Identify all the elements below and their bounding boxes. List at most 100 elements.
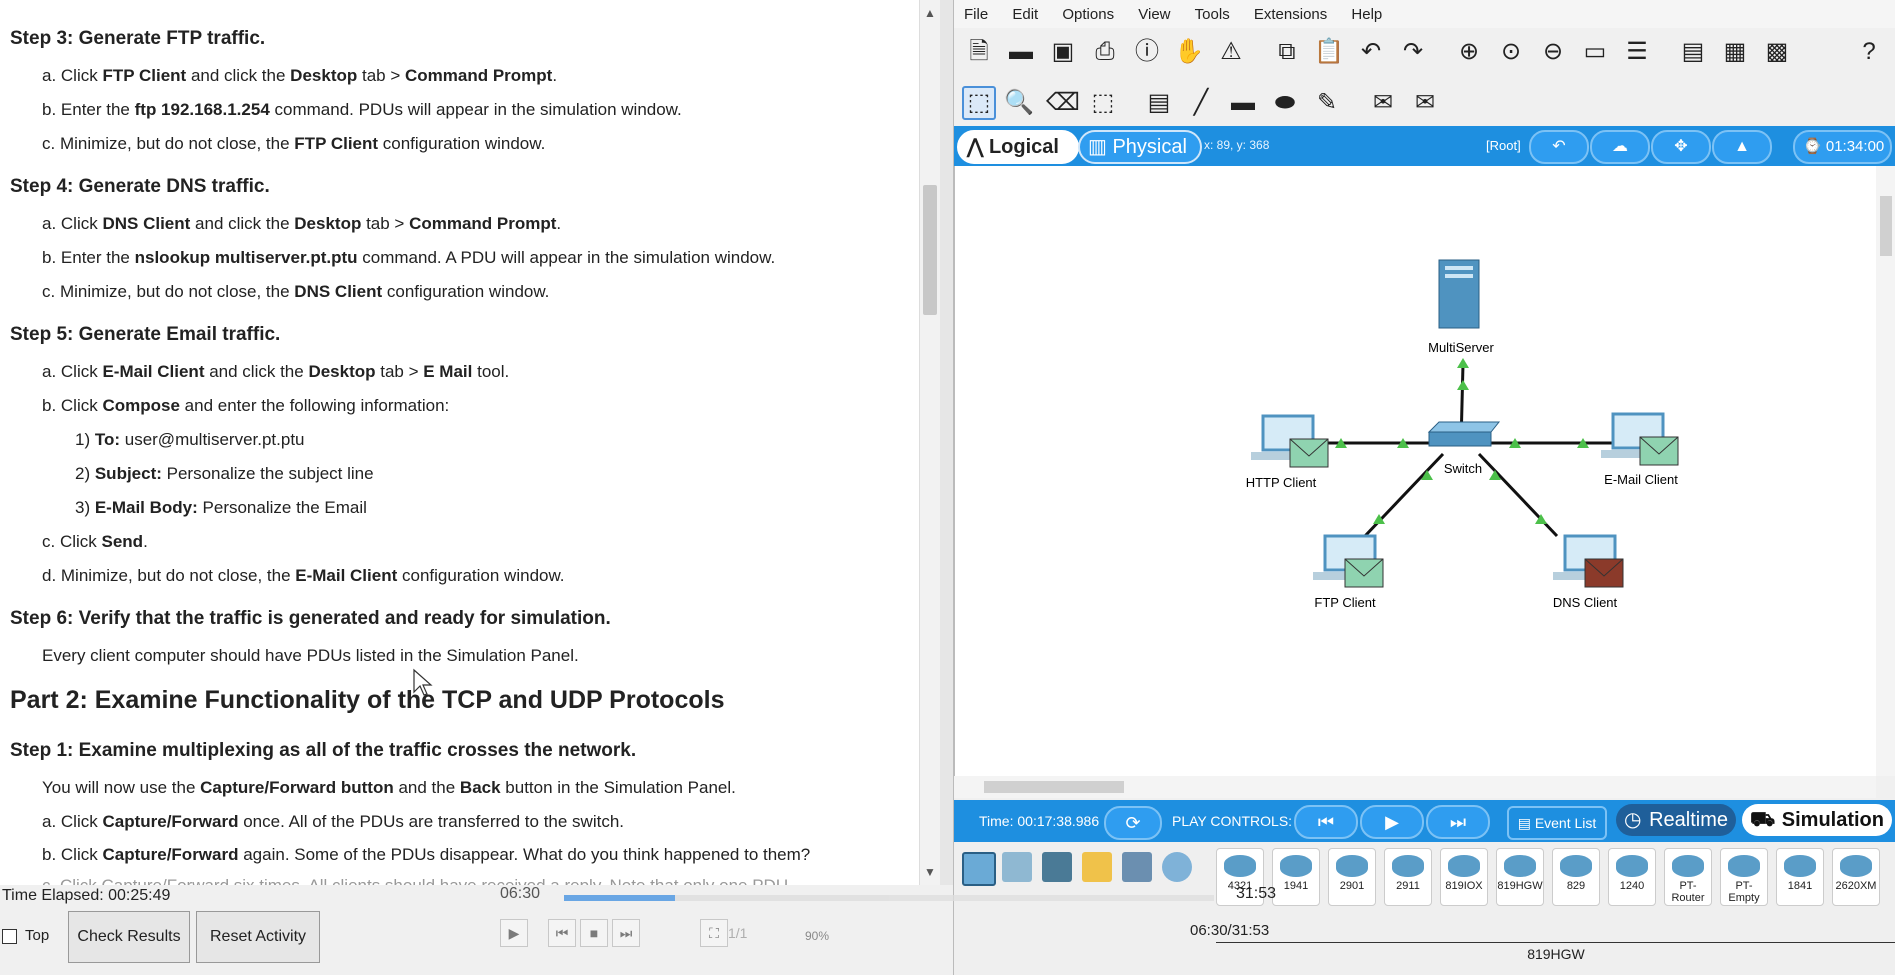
top-checkbox[interactable]: Top: [2, 927, 49, 944]
video-rewind-button[interactable]: ⏮: [548, 919, 576, 947]
instructions-scrollbar[interactable]: ▲ ▼: [919, 0, 940, 885]
print-icon[interactable]: ⎙: [1090, 37, 1120, 67]
device-829[interactable]: 829: [1552, 848, 1600, 906]
zoom-out-icon[interactable]: ⊖: [1538, 37, 1568, 67]
scroll-down-icon[interactable]: ▼: [923, 865, 937, 879]
device-2620xm[interactable]: 2620XM: [1832, 848, 1880, 906]
zoom-level: 90%: [805, 929, 830, 943]
set-background-button[interactable]: ▲: [1712, 130, 1772, 164]
workspace-vscroll[interactable]: [1876, 166, 1895, 776]
menu-tools[interactable]: Tools: [1185, 0, 1240, 23]
wizard-icon[interactable]: ✋: [1174, 37, 1204, 67]
play-button[interactable]: ▶: [1360, 805, 1424, 839]
device-1941[interactable]: 1941: [1272, 848, 1320, 906]
menu-extensions[interactable]: Extensions: [1244, 0, 1337, 23]
delete-icon[interactable]: ⌫: [1046, 88, 1080, 118]
misc-category-icon[interactable]: [1122, 852, 1152, 882]
screenshot-icon[interactable]: ▩: [1762, 37, 1792, 67]
check-results-button[interactable]: Check Results: [68, 911, 190, 963]
menu-file[interactable]: File: [954, 0, 998, 23]
zoom-in-icon[interactable]: ⊕: [1454, 37, 1484, 67]
redo-icon[interactable]: ↷: [1398, 37, 1428, 67]
components-category-icon[interactable]: [1042, 852, 1072, 882]
network-info-icon[interactable]: ⚠: [1216, 37, 1246, 67]
add-simple-pdu-icon[interactable]: ✉: [1368, 88, 1398, 118]
add-complex-pdu-icon[interactable]: ✉: [1410, 88, 1440, 118]
menu-options[interactable]: Options: [1052, 0, 1124, 23]
video-fullscreen-button[interactable]: ⛶: [700, 919, 728, 947]
video-play-button[interactable]: ▶: [500, 919, 528, 947]
ftp-client-device[interactable]: FTP Client: [1313, 534, 1384, 610]
simulation-button[interactable]: ⛟ Simulation: [1742, 804, 1892, 836]
device-819hgw[interactable]: 819HGW: [1496, 848, 1544, 906]
multiserver-device[interactable]: MultiServer: [1428, 259, 1495, 355]
device-pt-empty[interactable]: PT-Empty: [1720, 848, 1768, 906]
paste-icon[interactable]: 📋: [1314, 37, 1344, 67]
connections-category-icon[interactable]: [1082, 852, 1112, 882]
http-client-device[interactable]: HTTP Client: [1246, 414, 1329, 490]
back-button[interactable]: ↶: [1529, 130, 1589, 164]
dns-client-device[interactable]: DNS Client: [1553, 534, 1624, 610]
vscroll-thumb[interactable]: [1880, 196, 1892, 256]
zoom-reset-icon[interactable]: ⊙: [1496, 37, 1526, 67]
hscroll-thumb[interactable]: [984, 781, 1124, 793]
select-icon[interactable]: ⬚: [962, 86, 996, 120]
open-folder-icon[interactable]: ▬: [1006, 37, 1036, 67]
logical-workspace[interactable]: MultiServer Switch HTTP Client E-Mail Cl…: [954, 166, 1877, 776]
drawing-palette-icon[interactable]: ▭: [1580, 37, 1610, 67]
new-file-icon[interactable]: 🗎: [964, 37, 994, 67]
device-2911[interactable]: 2911: [1384, 848, 1432, 906]
multiuser-category-icon[interactable]: [1162, 852, 1192, 882]
device-819iox[interactable]: 819IOX: [1440, 848, 1488, 906]
move-object-button[interactable]: ✥: [1651, 130, 1711, 164]
device-1240[interactable]: 1240: [1608, 848, 1656, 906]
menu-help[interactable]: Help: [1341, 0, 1392, 23]
realtime-button[interactable]: ◷ Realtime: [1616, 804, 1736, 836]
undo-icon[interactable]: ↶: [1356, 37, 1386, 67]
logical-tab[interactable]: ⋀ Logical: [957, 130, 1079, 164]
freeform-icon[interactable]: ✎: [1312, 88, 1342, 118]
email-client-label: E-Mail Client: [1604, 472, 1678, 487]
event-list-button[interactable]: ▤ Event List: [1507, 806, 1607, 840]
capture-forward-button[interactable]: ⏭: [1426, 805, 1490, 839]
resize-icon[interactable]: ⬚: [1088, 88, 1118, 118]
scroll-thumb[interactable]: [923, 185, 937, 315]
menu-view[interactable]: View: [1128, 0, 1180, 23]
back-step-button[interactable]: ⏮: [1294, 805, 1358, 839]
note-icon[interactable]: ▤: [1144, 88, 1174, 118]
reset-time-button[interactable]: ⟳: [1104, 806, 1162, 840]
menu-edit[interactable]: Edit: [1002, 0, 1048, 23]
new-cluster-button[interactable]: ☁: [1590, 130, 1650, 164]
email-client-device[interactable]: E-Mail Client: [1601, 412, 1679, 487]
device-2901[interactable]: 2901: [1328, 848, 1376, 906]
switch-device[interactable]: Switch: [1427, 421, 1501, 476]
reset-activity-button[interactable]: Reset Activity: [196, 911, 320, 963]
save-icon[interactable]: ▣: [1048, 37, 1078, 67]
step3-a: a. Click FTP Client and click the Deskto…: [42, 66, 558, 85]
info-icon[interactable]: ⓘ: [1132, 37, 1162, 67]
physical-tab[interactable]: ▥ Physical: [1078, 130, 1202, 164]
video-forward-button[interactable]: ⏭: [612, 919, 640, 947]
device-pt-router[interactable]: PT-Router: [1664, 848, 1712, 906]
rectangle-icon[interactable]: ▬: [1228, 88, 1258, 118]
pdu-list-icon[interactable]: ▤: [1678, 37, 1708, 67]
network-devices-category-icon[interactable]: [962, 852, 996, 886]
end-devices-category-icon[interactable]: [1002, 852, 1032, 882]
help-icon[interactable]: ?: [1854, 37, 1884, 67]
forward-icon: ⏭: [619, 925, 633, 941]
custom-devices-icon[interactable]: ☰: [1622, 37, 1652, 67]
play-controls-label: PLAY CONTROLS:: [1172, 813, 1293, 829]
pane-divider[interactable]: [940, 0, 953, 975]
checkbox-icon[interactable]: [2, 928, 17, 944]
scroll-up-icon[interactable]: ▲: [923, 6, 937, 20]
video-stop-button[interactable]: ■: [580, 919, 608, 947]
device-1841[interactable]: 1841: [1776, 848, 1824, 906]
viewport-icon[interactable]: ▦: [1720, 37, 1750, 67]
inspect-icon[interactable]: 🔍: [1004, 88, 1034, 118]
topology-diagram[interactable]: MultiServer Switch HTTP Client E-Mail Cl…: [955, 166, 1877, 776]
workspace-hscroll[interactable]: [954, 776, 1876, 798]
copy-icon[interactable]: ⧉: [1272, 37, 1302, 67]
video-progress-bar[interactable]: [564, 895, 1214, 901]
line-draw-icon[interactable]: ╱: [1186, 88, 1216, 118]
ellipse-icon[interactable]: ⬬: [1270, 88, 1300, 118]
